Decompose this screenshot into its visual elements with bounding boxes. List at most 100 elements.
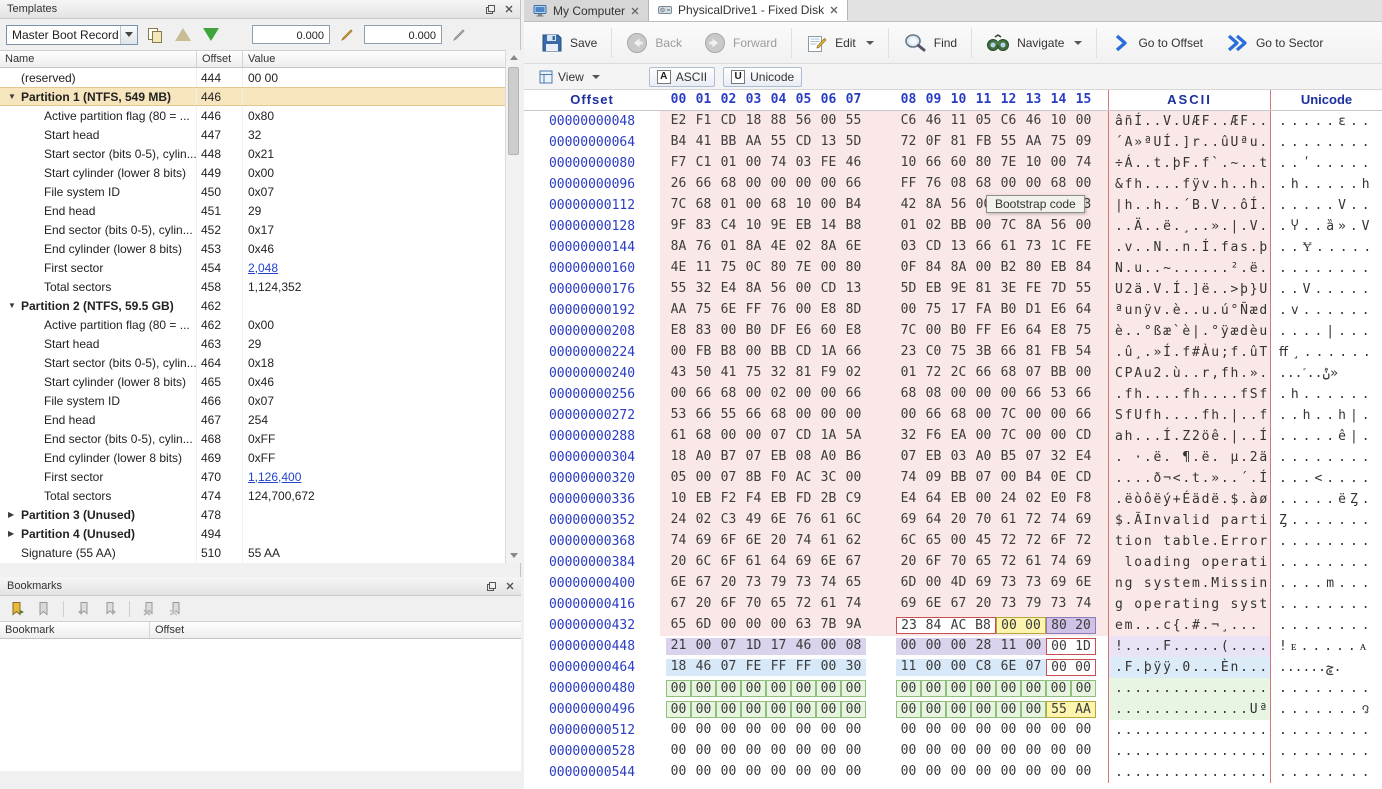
position-field-2[interactable] (364, 25, 442, 44)
hex-byte[interactable]: 18 (666, 449, 691, 466)
hex-byte[interactable]: 8B (741, 470, 766, 487)
hex-byte[interactable]: F4 (741, 491, 766, 508)
hex-byte[interactable]: EB (1046, 260, 1071, 277)
close-panel-icon[interactable] (502, 580, 517, 593)
hex-byte[interactable]: 00 (816, 638, 841, 655)
move-up-icon[interactable] (172, 24, 194, 46)
copy-template-icon[interactable] (144, 24, 166, 46)
hex-byte[interactable]: 00 (921, 701, 946, 718)
hex-byte[interactable]: 00 (841, 722, 866, 739)
hex-byte[interactable]: 07 (716, 659, 741, 676)
ascii-cell[interactable]: em...c{.#.¬¸... (1108, 615, 1270, 636)
unicode-cell[interactable]: ..Ɏ..... (1270, 237, 1382, 258)
hex-byte[interactable]: 24 (666, 512, 691, 529)
hex-byte[interactable]: 00 (716, 764, 741, 781)
hex-byte[interactable]: 00 (921, 680, 946, 697)
column-header-name[interactable]: Name (0, 51, 197, 67)
hex-byte[interactable]: E8 (816, 302, 841, 319)
hex-byte[interactable]: 00 (741, 764, 766, 781)
hex-byte[interactable]: 70 (971, 512, 996, 529)
hex-byte[interactable]: 73 (1021, 575, 1046, 592)
prev-bookmark-icon[interactable] (72, 598, 94, 620)
edit-button[interactable]: Edit (795, 25, 885, 61)
hex-byte[interactable]: 00 (741, 617, 766, 634)
ascii-cell[interactable]: ..............Uª (1108, 699, 1270, 720)
hex-byte[interactable]: 03 (791, 155, 816, 172)
hex-byte[interactable]: 00 (791, 176, 816, 193)
hex-byte[interactable]: 00 (1071, 659, 1096, 676)
hex-byte[interactable]: 00 (666, 701, 691, 718)
hex-byte[interactable]: 00 (921, 323, 946, 340)
hex-byte[interactable]: 0E (1046, 470, 1071, 487)
hex-byte[interactable]: 18 (741, 113, 766, 130)
unicode-cell[interactable]: ....m... (1270, 573, 1382, 594)
template-field-row[interactable]: Start head46329 (0, 334, 505, 353)
ascii-cell[interactable]: . ·.ë. ¶.ë. µ.2ä (1108, 447, 1270, 468)
hex-byte[interactable]: 00 (921, 638, 946, 655)
hex-byte[interactable]: 20 (896, 554, 921, 571)
hex-byte[interactable]: 00 (691, 470, 716, 487)
hex-byte[interactable]: C1 (691, 155, 716, 172)
hex-byte[interactable]: 46 (921, 113, 946, 130)
hex-byte[interactable]: F9 (816, 365, 841, 382)
hex-offset[interactable]: 00000000192 (524, 300, 660, 321)
hex-byte[interactable]: F2 (716, 491, 741, 508)
hex-offset[interactable]: 00000000176 (524, 279, 660, 300)
hex-byte[interactable]: FF (766, 659, 791, 676)
hex-byte[interactable]: 00 (691, 722, 716, 739)
hex-byte[interactable]: 00 (766, 743, 791, 760)
template-field-row[interactable]: File system ID4500x07 (0, 182, 505, 201)
hex-byte[interactable]: 00 (896, 764, 921, 781)
unicode-cell[interactable]: ........ (1270, 720, 1382, 741)
hex-byte[interactable]: 00 (1021, 176, 1046, 193)
hex-byte[interactable]: 00 (1046, 764, 1071, 781)
ascii-cell[interactable]: ................ (1108, 720, 1270, 741)
hex-byte[interactable]: FF (741, 302, 766, 319)
edit-dropdown-icon[interactable] (866, 41, 874, 45)
hex-byte[interactable]: 00 (666, 680, 691, 697)
hex-byte[interactable]: 00 (996, 617, 1021, 634)
hex-byte[interactable]: 24 (996, 491, 1021, 508)
hex-byte[interactable]: B5 (996, 449, 1021, 466)
template-row[interactable]: ▼Signature (55 AA)51055 AA (0, 543, 505, 562)
hex-byte[interactable]: 00 (741, 176, 766, 193)
hex-byte[interactable]: 65 (766, 596, 791, 613)
edit-position-2-icon[interactable] (448, 24, 470, 46)
hex-byte[interactable]: 08 (946, 176, 971, 193)
hex-offset[interactable]: 00000000128 (524, 216, 660, 237)
hex-byte[interactable]: 13 (841, 281, 866, 298)
hex-byte[interactable]: E4 (896, 491, 921, 508)
hex-byte[interactable]: 11 (691, 260, 716, 277)
hex-byte[interactable]: 68 (896, 386, 921, 403)
tab-physicaldrive1[interactable]: PhysicalDrive1 - Fixed Disk (649, 0, 848, 21)
hex-byte[interactable]: FB (1046, 344, 1071, 361)
next-bookmark-icon[interactable] (99, 598, 121, 620)
unicode-cell[interactable]: ......ݮ. (1270, 657, 1382, 678)
hex-byte[interactable]: 00 (791, 680, 816, 697)
hex-byte[interactable]: 09 (921, 470, 946, 487)
hex-byte[interactable]: 84 (921, 617, 946, 634)
hex-byte[interactable]: 68 (691, 428, 716, 445)
hex-offset[interactable]: 00000000272 (524, 405, 660, 426)
hex-byte[interactable]: 14 (816, 218, 841, 235)
hex-byte[interactable]: 74 (816, 575, 841, 592)
column-header-offset[interactable]: Offset (197, 51, 243, 67)
hex-byte[interactable]: 65 (921, 533, 946, 550)
unicode-cell[interactable]: ........ (1270, 762, 1382, 783)
ascii-cell[interactable]: ................ (1108, 762, 1270, 783)
hex-byte[interactable]: 00 (946, 701, 971, 718)
hex-byte[interactable]: 07 (766, 428, 791, 445)
hex-byte[interactable]: 00 (816, 197, 841, 214)
hex-byte[interactable]: 00 (946, 764, 971, 781)
hex-byte[interactable]: 75 (1046, 134, 1071, 151)
hex-offset[interactable]: 00000000496 (524, 699, 660, 720)
save-button[interactable]: Save (530, 25, 608, 61)
hex-offset[interactable]: 00000000304 (524, 447, 660, 468)
hex-byte[interactable]: 00 (741, 722, 766, 739)
hex-byte[interactable]: C0 (921, 344, 946, 361)
hex-byte[interactable]: 61 (996, 512, 1021, 529)
hex-byte[interactable]: 55 (1046, 701, 1071, 718)
hex-byte[interactable]: 69 (791, 554, 816, 571)
hex-byte[interactable]: 73 (791, 575, 816, 592)
ascii-cell[interactable]: &fh....fÿv.h..h. (1108, 174, 1270, 195)
